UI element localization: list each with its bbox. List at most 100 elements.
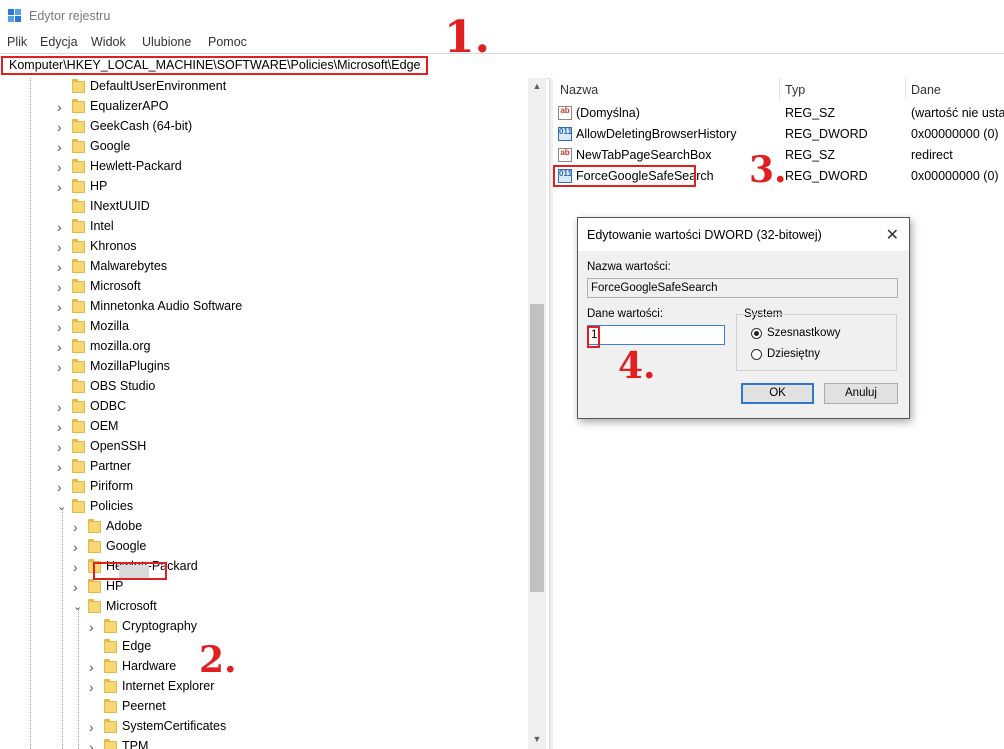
tree-node-label: MozillaPlugins: [90, 359, 170, 373]
chevron-right-icon[interactable]: ›: [57, 320, 67, 334]
scrollbar-thumb[interactable]: [530, 304, 544, 592]
column-name-header[interactable]: Nazwa: [560, 83, 598, 97]
tree-node[interactable]: › Khronos: [0, 238, 528, 258]
radio-hex-label[interactable]: Szesnastkowy: [767, 327, 841, 339]
value-name: NewTabPageSearchBox: [576, 148, 712, 162]
folder-icon: [72, 399, 85, 413]
tree-node[interactable]: Edge: [0, 638, 528, 658]
value-row[interactable]: ab (Domyślna) REG_SZ (wartość nie ustawiona…: [553, 103, 1004, 124]
chevron-right-icon[interactable]: ›: [57, 420, 67, 434]
column-type-header[interactable]: Typ: [785, 83, 805, 97]
tree-node[interactable]: › Malwarebytes: [0, 258, 528, 278]
address-bar[interactable]: Komputer\HKEY_LOCAL_MACHINE\SOFTWARE\Pol…: [0, 53, 1004, 79]
tree-node[interactable]: › Google: [0, 138, 528, 158]
chevron-right-icon[interactable]: ›: [57, 260, 67, 274]
tree-node[interactable]: › SystemCertificates: [0, 718, 528, 738]
tree-node[interactable]: › Hewlett-Packard: [0, 158, 528, 178]
radio-dec[interactable]: [751, 349, 762, 360]
scroll-down-icon[interactable]: ▼: [532, 734, 542, 744]
annotation-4: 4.: [618, 345, 656, 387]
tree-node[interactable]: › Minnetonka Audio Software: [0, 298, 528, 318]
cancel-button[interactable]: Anuluj: [824, 383, 898, 404]
tree-node[interactable]: › OpenSSH: [0, 438, 528, 458]
chevron-right-icon[interactable]: ›: [89, 660, 99, 674]
tree-node[interactable]: ⌄ Microsoft: [0, 598, 528, 618]
tree-node-label: Mozilla: [90, 319, 129, 333]
tree-node[interactable]: › Piriform: [0, 478, 528, 498]
chevron-right-icon[interactable]: ›: [57, 460, 67, 474]
scroll-up-icon[interactable]: ▲: [532, 81, 542, 91]
tree-node[interactable]: › mozilla.org: [0, 338, 528, 358]
tree-node[interactable]: › Cryptography: [0, 618, 528, 638]
close-icon[interactable]: ✕: [886, 225, 899, 245]
tree-node[interactable]: › OEM: [0, 418, 528, 438]
chevron-right-icon[interactable]: ›: [57, 160, 67, 174]
chevron-right-icon[interactable]: ›: [57, 120, 67, 134]
tree-node-label: Google: [90, 139, 131, 153]
menu-edycja[interactable]: Edycja: [40, 35, 78, 49]
tree-node[interactable]: › EqualizerAPO: [0, 98, 528, 118]
chevron-right-icon[interactable]: ›: [57, 400, 67, 414]
tree-node[interactable]: › TPM: [0, 738, 528, 749]
chevron-right-icon[interactable]: ›: [89, 680, 99, 694]
tree-node[interactable]: › Hardware: [0, 658, 528, 678]
chevron-right-icon[interactable]: ›: [57, 240, 67, 254]
menu-pomoc[interactable]: Pomoc: [208, 35, 247, 49]
ok-button[interactable]: OK: [741, 383, 814, 404]
chevron-right-icon[interactable]: ›: [89, 620, 99, 634]
chevron-down-icon[interactable]: ⌄: [57, 502, 67, 513]
chevron-right-icon[interactable]: ›: [57, 280, 67, 294]
tree-node[interactable]: › Google: [0, 538, 528, 558]
tree-node[interactable]: › Hewlett-Packard: [0, 558, 528, 578]
chevron-right-icon[interactable]: ›: [89, 720, 99, 734]
tree-node[interactable]: OBS Studio: [0, 378, 528, 398]
chevron-down-icon[interactable]: ⌄: [73, 602, 83, 613]
tree-node[interactable]: › Intel: [0, 218, 528, 238]
tree-node[interactable]: ⌄ Policies: [0, 498, 528, 518]
base-group: [736, 314, 897, 371]
value-data-input[interactable]: 1: [587, 325, 725, 345]
tree-node-label: ODBC: [90, 399, 127, 413]
chevron-right-icon[interactable]: ›: [57, 480, 67, 494]
chevron-right-icon[interactable]: ›: [73, 540, 83, 554]
tree-node[interactable]: › MozillaPlugins: [0, 358, 528, 378]
chevron-right-icon[interactable]: ›: [57, 180, 67, 194]
chevron-right-icon[interactable]: ›: [57, 340, 67, 354]
chevron-right-icon[interactable]: ›: [57, 140, 67, 154]
menu-widok[interactable]: Widok: [91, 35, 126, 49]
folder-icon: [104, 679, 117, 693]
chevron-right-icon[interactable]: ›: [73, 560, 83, 574]
tree-node[interactable]: INextUUID: [0, 198, 528, 218]
value-data-label: Dane wartości:: [587, 308, 664, 320]
tree-node[interactable]: › GeekCash (64-bit): [0, 118, 528, 138]
chevron-right-icon[interactable]: ›: [73, 580, 83, 594]
column-data-header[interactable]: Dane: [911, 83, 941, 97]
address-path[interactable]: Komputer\HKEY_LOCAL_MACHINE\SOFTWARE\Pol…: [1, 56, 429, 75]
chevron-right-icon[interactable]: ›: [57, 440, 67, 454]
tree-node[interactable]: › Partner: [0, 458, 528, 478]
radio-dec-label[interactable]: Dziesiętny: [767, 348, 820, 360]
tree-node[interactable]: › Mozilla: [0, 318, 528, 338]
tree-node[interactable]: › HP: [0, 578, 528, 598]
value-name-field: ForceGoogleSafeSearch: [587, 278, 898, 298]
tree-node[interactable]: › Microsoft: [0, 278, 528, 298]
folder-icon: [72, 439, 85, 453]
chevron-right-icon[interactable]: ›: [57, 100, 67, 114]
tree-scrollbar[interactable]: ▲ ▼: [528, 78, 546, 749]
tree-node[interactable]: › HP: [0, 178, 528, 198]
menu-ulubione[interactable]: Ulubione: [142, 35, 191, 49]
chevron-right-icon[interactable]: ›: [57, 360, 67, 374]
radio-hex[interactable]: [751, 328, 762, 339]
tree-node[interactable]: Peernet: [0, 698, 528, 718]
tree-node[interactable]: › ODBC: [0, 398, 528, 418]
tree-node[interactable]: › Adobe: [0, 518, 528, 538]
menu-plik[interactable]: Plik: [7, 35, 27, 49]
chevron-right-icon[interactable]: ›: [57, 300, 67, 314]
chevron-right-icon[interactable]: ›: [73, 520, 83, 534]
tree-node[interactable]: › Internet Explorer: [0, 678, 528, 698]
tree-node[interactable]: DefaultUserEnvironment: [0, 78, 528, 98]
chevron-right-icon[interactable]: ›: [89, 740, 99, 749]
key-tree[interactable]: DefaultUserEnvironment › EqualizerAPO › Geek…: [0, 78, 546, 749]
chevron-right-icon[interactable]: ›: [57, 220, 67, 234]
value-row[interactable]: 011 AllowDeletingBrowserHistory REG_DWORD 0…: [553, 124, 1004, 145]
